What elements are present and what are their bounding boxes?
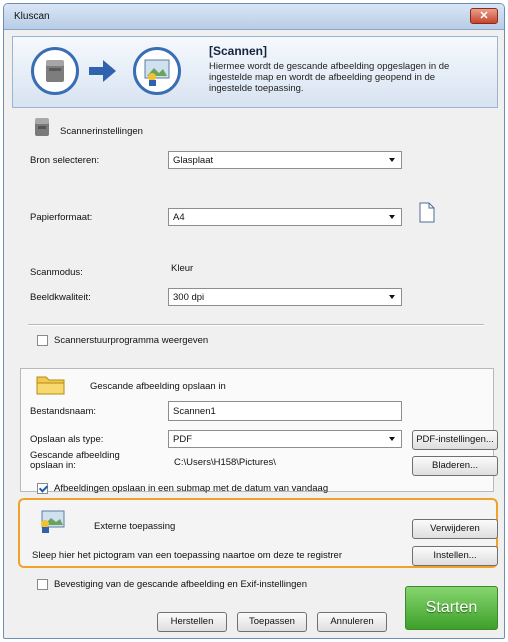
scan-mode-value: Kleur [171,263,194,274]
confirm-checkbox-label: Bevestiging van de gescande afbeelding e… [54,579,307,590]
file-type-value: PDF [173,434,192,445]
save-section-heading: Gescande afbeelding opslaan in [90,381,226,392]
browse-button[interactable]: Bladeren... [412,456,498,476]
chevron-down-icon [389,437,395,441]
paper-size-value: A4 [173,212,185,223]
application-icon [133,47,181,95]
arrow-right-icon [89,60,116,82]
source-select[interactable]: Glasplaat [168,151,402,169]
filename-input[interactable]: Scannen1 [168,401,402,421]
scan-mode-label: Scanmodus: [30,267,83,278]
filename-label: Bestandsnaam: [30,406,97,417]
scanner-settings-heading: Scannerinstellingen [60,126,143,137]
subfolder-checkbox[interactable] [37,483,48,494]
paper-size-select[interactable]: A4 [168,208,402,226]
quality-value: 300 dpi [173,292,205,303]
chevron-down-icon [389,215,395,219]
folder-icon [36,376,65,395]
source-value: Glasplaat [173,155,214,166]
divider [28,324,484,326]
page-orientation-icon [419,202,435,223]
pdf-settings-button[interactable]: PDF-instellingen... [412,430,498,450]
external-app-icon [41,510,65,533]
reset-button[interactable]: Herstellen [157,612,227,632]
subfolder-checkbox-label: Afbeeldingen opslaan in een submap met d… [54,483,329,494]
scan-window: Kluscan ✕ [Scannen] Hiermee wordt de ges… [3,3,505,639]
configure-button[interactable]: Instellen... [412,546,498,566]
mode-banner: [Scannen] Hiermee wordt de gescande afbe… [12,36,498,108]
file-type-label: Opslaan als type: [30,434,104,445]
paper-size-label: Papierformaat: [30,212,93,223]
close-icon: ✕ [479,10,489,22]
scanner-icon [35,118,49,136]
chevron-down-icon [389,158,395,162]
save-location-label: Gescande afbeelding opslaan in: [30,450,120,471]
banner-description: Hiermee wordt de gescande afbeelding opg… [209,61,450,94]
cancel-button[interactable]: Annuleren [317,612,387,632]
driver-checkbox-label: Scannerstuurprogramma weergeven [54,335,209,346]
quality-label: Beeldkwaliteit: [30,292,91,303]
external-app-hint[interactable]: Sleep hier het pictogram van een toepass… [32,550,342,561]
driver-checkbox[interactable] [37,335,48,346]
save-location-value: C:\Users\H158\Pictures\ [174,457,276,468]
remove-button[interactable]: Verwijderen [412,519,498,539]
quality-select[interactable]: 300 dpi [168,288,402,306]
source-label: Bron selecteren: [30,155,100,166]
apply-button[interactable]: Toepassen [237,612,307,632]
close-button[interactable]: ✕ [470,8,498,24]
file-type-select[interactable]: PDF [168,430,402,448]
chevron-down-icon [389,295,395,299]
external-app-heading: Externe toepassing [94,521,176,532]
window-title: Kluscan [14,11,50,22]
scanner-mode-icon [31,47,79,95]
start-button[interactable]: Starten [405,586,498,630]
title-bar[interactable]: Kluscan ✕ [4,4,504,30]
banner-title: [Scannen] [209,44,268,58]
confirm-checkbox[interactable] [37,579,48,590]
